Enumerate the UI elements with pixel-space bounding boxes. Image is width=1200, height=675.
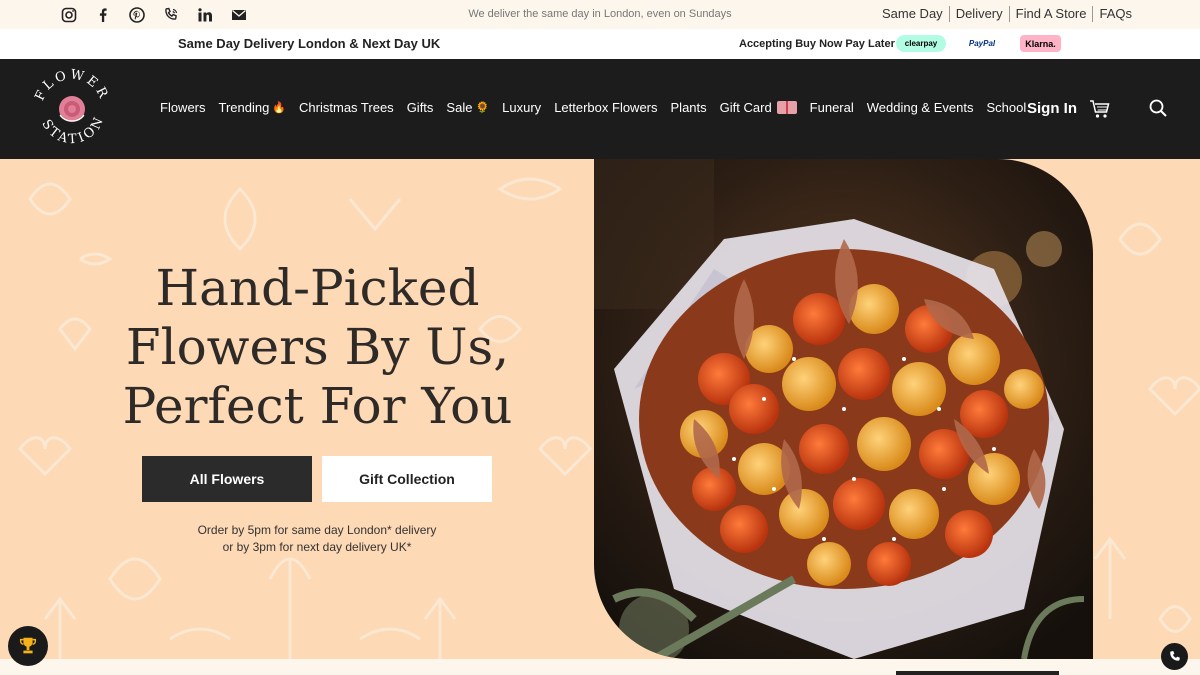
headline-line-2: Flowers By Us, [125, 318, 510, 376]
nav-item-label: Letterbox Flowers [554, 100, 658, 115]
nav-item-wedding-events[interactable]: Wedding & Events [867, 100, 974, 115]
nav-item-christmas-trees[interactable]: Christmas Trees [299, 100, 394, 115]
note-line-2: or by 3pm for next day delivery UK* [222, 540, 412, 554]
hero-headline: Hand-Picked Flowers By Us, Perfect For Y… [100, 259, 535, 436]
nav-item-label: Luxury [502, 100, 542, 115]
nav-item-luxury[interactable]: Luxury [502, 100, 541, 115]
mail-icon[interactable] [231, 5, 265, 25]
nav-item-sale[interactable]: Sale 🌻 [446, 100, 489, 115]
nav-item-trending[interactable]: Trending 🔥 [219, 100, 287, 115]
main-navigation: FLOWER STATION Flowers Trending 🔥 Christm… [0, 59, 1200, 159]
top-link-delivery[interactable]: Delivery [948, 6, 1009, 22]
nav-item-plants[interactable]: Plants [671, 100, 707, 115]
headline-line-3: Perfect For You [122, 377, 513, 435]
search-icon[interactable] [1149, 99, 1167, 117]
top-link-faqs[interactable]: FAQs [1092, 6, 1138, 22]
nav-item-letterbox-flowers[interactable]: Letterbox Flowers [554, 100, 657, 115]
nav-item-funeral[interactable]: Funeral [810, 100, 854, 115]
cart-icon[interactable] [1089, 99, 1111, 119]
order-cutoff-note: Order by 5pm for same day London* delive… [142, 522, 492, 556]
gift-collection-button[interactable]: Gift Collection [322, 456, 492, 502]
flower-station-logo[interactable]: FLOWER STATION [30, 67, 114, 151]
social-links [61, 5, 265, 25]
paypal-badge: PayPal [968, 39, 996, 48]
call-icon[interactable] [1161, 643, 1188, 670]
clearpay-badge: clearpay [896, 35, 946, 52]
facebook-icon[interactable] [95, 5, 129, 25]
fire-icon: 🔥 [272, 102, 287, 114]
sunflower-icon: 🌻 [475, 102, 490, 114]
note-line-1: Order by 5pm for same day London* delive… [197, 523, 437, 537]
nav-item-label: Funeral [809, 100, 854, 115]
pinterest-icon[interactable] [129, 5, 163, 25]
nav-item-label: School [986, 100, 1027, 115]
bnpl-message: Accepting Buy Now Pay Later [739, 38, 895, 50]
nav-item-label: Trending [218, 100, 270, 115]
headline-line-1: Hand-Picked [155, 259, 480, 317]
top-link-same-day[interactable]: Same Day [876, 6, 949, 22]
nav-item-flowers[interactable]: Flowers [160, 100, 206, 115]
nav-item-label: Plants [670, 100, 707, 115]
delivery-message: Same Day Delivery London & Next Day UK [178, 36, 441, 51]
nav-item-label: Christmas Trees [299, 100, 394, 115]
instagram-icon[interactable] [61, 5, 95, 25]
gift-card-icon [776, 101, 797, 114]
delivery-tagline: We deliver the same day in London, even … [468, 8, 732, 20]
nav-item-gift-card[interactable]: Gift Card [720, 100, 797, 115]
nav-menu: Flowers Trending 🔥 Christmas Trees Gifts … [160, 100, 1039, 115]
klarna-badge: Klarna. [1020, 35, 1061, 52]
bouquet-photo [594, 159, 1093, 659]
top-links: Same Day Delivery Find A Store FAQs [876, 6, 1138, 22]
top-utility-bar: We deliver the same day in London, even … [0, 0, 1200, 29]
phone-icon[interactable] [163, 5, 197, 25]
nav-item-label: Wedding & Events [866, 100, 974, 115]
nav-item-gifts[interactable]: Gifts [407, 100, 434, 115]
next-section-strip [0, 659, 1200, 675]
top-link-find-a-store[interactable]: Find A Store [1008, 6, 1093, 22]
nav-item-label: Sale [446, 100, 473, 115]
nav-item-school[interactable]: School [986, 100, 1026, 115]
trophy-icon[interactable] [8, 626, 48, 666]
sign-in-link[interactable]: Sign In [1027, 100, 1077, 117]
nav-item-label: Flowers [160, 100, 206, 115]
all-flowers-button[interactable]: All Flowers [142, 456, 312, 502]
next-section-bar [896, 671, 1059, 675]
delivery-strip: Same Day Delivery London & Next Day UK A… [0, 29, 1200, 59]
nav-item-label: Gift Card [719, 100, 772, 115]
hero-section: Hand-Picked Flowers By Us, Perfect For Y… [0, 159, 1200, 659]
linkedin-icon[interactable] [197, 5, 231, 25]
nav-item-label: Gifts [406, 100, 434, 115]
